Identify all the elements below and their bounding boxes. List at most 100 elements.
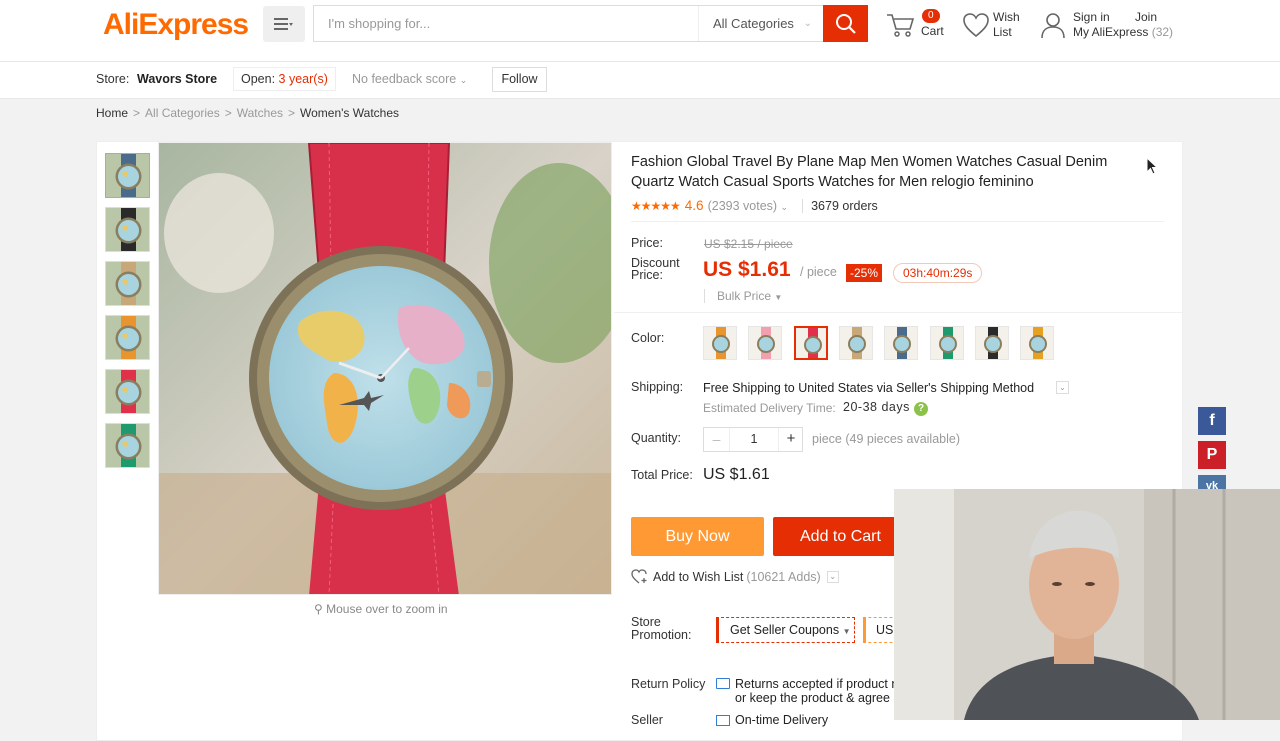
store-name-link[interactable]: Wavors Store <box>137 72 217 86</box>
aliexpress-logo[interactable]: AliExpress <box>103 8 249 42</box>
color-swatch[interactable] <box>929 326 964 360</box>
caret-down-icon: ▼ <box>842 627 851 636</box>
cart-label: Cart <box>921 24 944 38</box>
color-swatch[interactable] <box>793 326 828 360</box>
heart-icon <box>963 13 989 38</box>
return-policy-text: Returns accepted if product n or keep the… <box>735 677 895 705</box>
breadcrumb-separator: > <box>133 106 141 120</box>
color-label: Color: <box>631 331 665 345</box>
cart-link[interactable]: 0 Cart <box>886 8 946 42</box>
estimated-delivery-label: Estimated Delivery Time: <box>703 401 836 415</box>
watch-thumbnail-image <box>106 316 149 359</box>
color-swatch[interactable] <box>974 326 1009 360</box>
product-thumbnail[interactable] <box>105 315 150 360</box>
get-seller-coupons-button[interactable]: Get Seller Coupons ▼ <box>716 617 855 643</box>
divider <box>631 221 1164 222</box>
seller-coupons-label: Get Seller Coupons <box>730 623 840 637</box>
quantity-available: piece (49 pieces available) <box>812 432 961 446</box>
sign-in-link[interactable]: Sign in <box>1073 10 1110 24</box>
watch-color-image <box>975 327 1008 359</box>
heart-plus-icon <box>631 569 647 584</box>
product-thumbnail[interactable] <box>105 369 150 414</box>
search-button[interactable] <box>823 5 868 42</box>
on-time-delivery: On-time Delivery <box>735 713 829 727</box>
add-wishlist-label: Add to Wish List <box>653 569 744 584</box>
orders-count: 3679 orders <box>802 198 878 213</box>
watch-thumbnail-image <box>106 208 149 251</box>
wishlist-adds-count: (10621 Adds) <box>746 569 821 584</box>
follow-button[interactable]: Follow <box>492 67 547 92</box>
rating-value: 4.6 <box>684 198 704 213</box>
hamburger-icon <box>274 18 293 30</box>
bulk-price-label: Bulk Price <box>717 289 772 303</box>
quantity-decrease-button[interactable]: – <box>704 428 729 451</box>
category-select-label: All Categories <box>713 16 794 31</box>
shipping-method-link[interactable]: Free Shipping to United States via Selle… <box>703 381 1034 395</box>
cart-icon <box>887 14 915 37</box>
color-swatch[interactable] <box>748 326 783 360</box>
votes-dropdown[interactable]: (2393 votes) ⌄ <box>708 199 789 213</box>
product-thumbnail[interactable] <box>105 153 150 198</box>
discount-price: US $1.61 <box>703 258 791 281</box>
search-icon <box>835 13 856 34</box>
chevron-down-icon[interactable]: ⌄ <box>1056 381 1069 394</box>
rating-row: ★★★★★ 4.6 (2393 votes) ⌄ 3679 orders <box>631 198 878 213</box>
category-select[interactable]: All Categories ⌄ <box>698 6 824 41</box>
user-icon <box>1041 13 1065 39</box>
facebook-share-button[interactable]: f <box>1198 407 1226 435</box>
product-main-image[interactable] <box>158 142 612 595</box>
product-thumbnail[interactable] <box>105 261 150 306</box>
store-promotion-label: Store Promotion: <box>631 615 692 642</box>
watch-thumbnail-image <box>106 370 149 413</box>
watch-color-image <box>704 327 736 359</box>
color-swatch[interactable] <box>838 326 873 360</box>
per-piece-unit: / piece <box>800 265 837 279</box>
wishlist-label: Wish List <box>993 10 1020 39</box>
join-link[interactable]: Join <box>1135 10 1157 24</box>
bulk-price-dropdown[interactable]: Bulk Price ▼ <box>704 289 782 303</box>
chevron-down-icon: ⌄ <box>459 75 468 85</box>
color-swatch[interactable] <box>884 326 919 360</box>
webcam-overlay <box>894 489 1280 720</box>
add-to-wishlist-link[interactable]: Add to Wish List (10621 Adds) ⌄ <box>631 569 839 584</box>
color-swatch[interactable] <box>703 326 737 360</box>
store-open-duration: Open: 3 year(s) <box>233 67 336 91</box>
categories-menu-button[interactable] <box>263 6 305 42</box>
original-price: US $2.15 / piece <box>704 237 793 251</box>
product-thumbnail[interactable] <box>105 423 150 468</box>
add-to-cart-button[interactable]: Add to Cart <box>773 517 913 556</box>
watch-color-image <box>795 328 826 358</box>
chevron-down-icon: ⌄ <box>826 570 839 583</box>
divider <box>614 312 1182 313</box>
quantity-increase-button[interactable]: + <box>779 428 803 451</box>
breadcrumb-separator: > <box>288 106 296 120</box>
color-swatch[interactable] <box>1020 326 1055 360</box>
countdown-timer: 03h:40m:29s <box>893 263 983 283</box>
watch-color-image <box>839 327 872 359</box>
pinterest-share-button[interactable]: P <box>1198 441 1226 469</box>
price-label: Price: <box>631 236 663 250</box>
my-aliexpress-link[interactable]: My AliExpress (32) <box>1073 25 1173 39</box>
product-thumbnail[interactable] <box>105 207 150 252</box>
quantity-input[interactable]: 1 <box>729 428 779 451</box>
watch-color-image <box>749 327 782 359</box>
breadcrumb-home[interactable]: Home <box>96 106 128 120</box>
vk-share-button[interactable]: vk <box>1198 475 1226 489</box>
feedback-score-dropdown[interactable]: No feedback score ⌄ <box>352 72 467 86</box>
watch-color-image <box>930 327 963 359</box>
zoom-hint: ⚲ Mouse over to zoom in <box>314 602 448 616</box>
caret-down-icon: ▼ <box>774 293 783 302</box>
total-price: US $1.61 <box>703 466 770 483</box>
watch-color-image <box>885 327 918 359</box>
breadcrumb-watches[interactable]: Watches <box>237 106 283 120</box>
open-years: 3 year(s) <box>278 72 328 86</box>
help-icon[interactable]: ? <box>914 402 928 416</box>
return-policy-label: Return Policy <box>631 677 706 691</box>
breadcrumb-womens-watches[interactable]: Women's Watches <box>300 106 399 120</box>
cart-count-badge: 0 <box>922 9 940 23</box>
breadcrumb-all-categories[interactable]: All Categories <box>145 106 220 120</box>
zoom-hint-text: Mouse over to zoom in <box>326 602 448 616</box>
search-input[interactable] <box>314 6 698 41</box>
quantity-stepper: – 1 + <box>703 427 803 452</box>
buy-now-button[interactable]: Buy Now <box>631 517 764 556</box>
